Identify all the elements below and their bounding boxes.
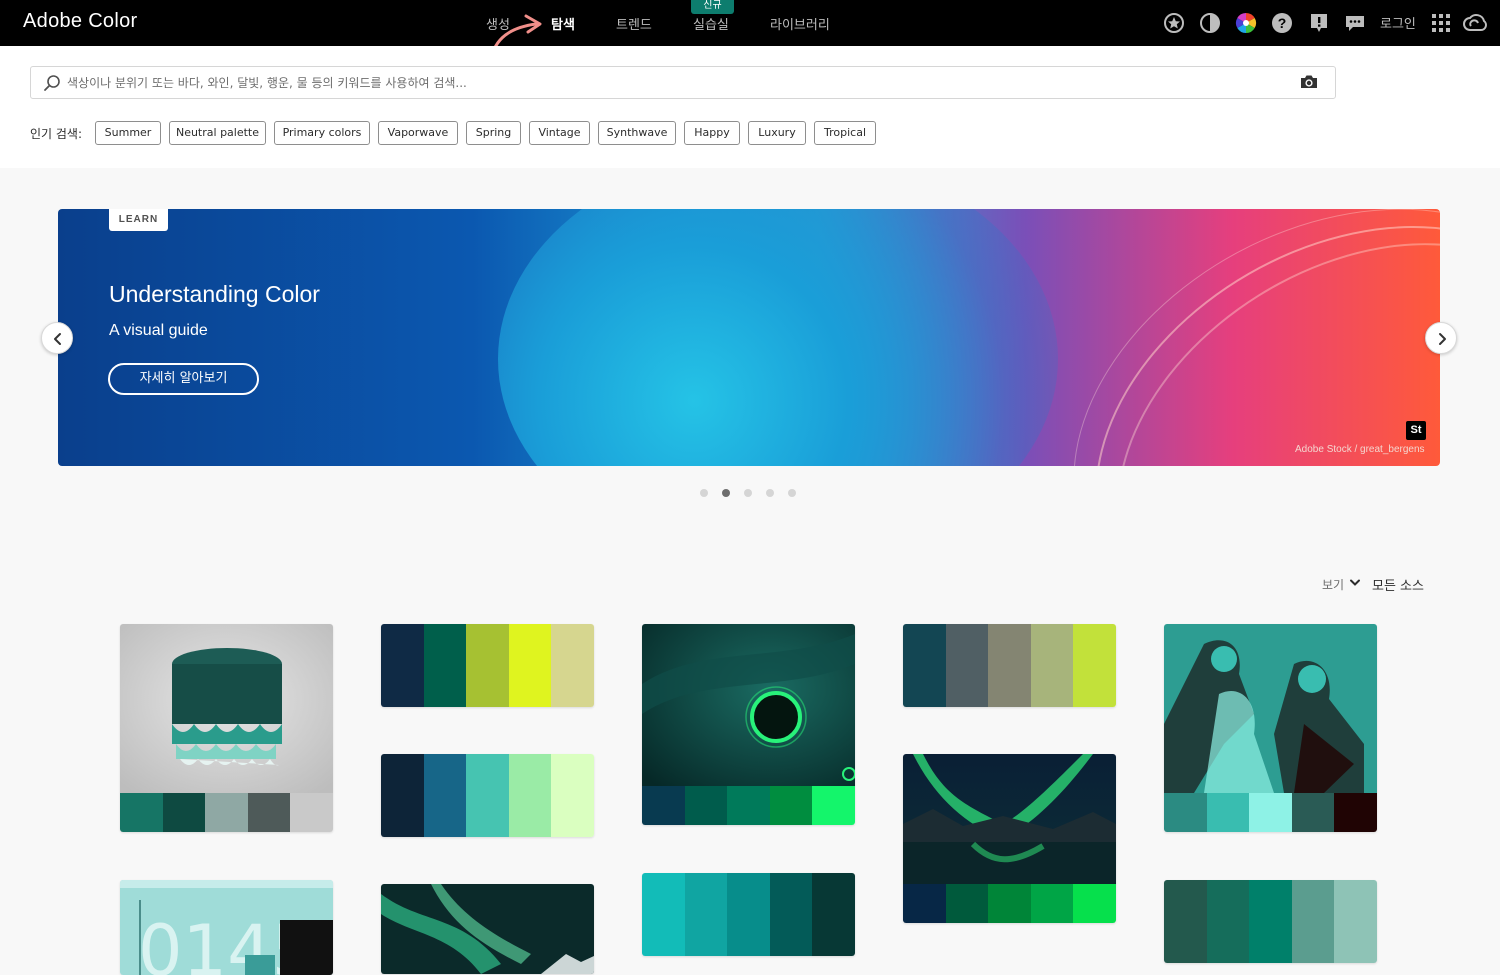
swatch-row xyxy=(642,786,855,825)
top-bar: Adobe Color 생성 탐색 트렌드 신규 실습실 라이브러리 ? 로그인 xyxy=(0,0,1500,68)
swatch-row xyxy=(381,754,594,837)
banner-title: Understanding Color xyxy=(109,281,320,307)
carousel-dot[interactable] xyxy=(700,489,708,497)
banner-subtitle: A visual guide xyxy=(109,322,208,339)
tag-happy[interactable]: Happy xyxy=(684,121,740,145)
chevron-left-icon xyxy=(54,333,61,345)
theme-card[interactable] xyxy=(1164,624,1377,832)
carousel-dot[interactable] xyxy=(766,489,774,497)
tag-spring[interactable]: Spring xyxy=(466,121,521,145)
login-link[interactable]: 로그인 xyxy=(1380,13,1416,32)
swatch-row xyxy=(903,884,1116,923)
light-teal-building-image: 0145 xyxy=(120,880,333,975)
chevron-down-icon[interactable] xyxy=(1349,578,1361,588)
nav-libraries[interactable]: 라이브러리 xyxy=(770,14,830,33)
apps-grid-icon[interactable] xyxy=(1430,12,1452,34)
theme-card[interactable] xyxy=(120,624,333,832)
palette-card[interactable] xyxy=(642,873,855,956)
nav-trends[interactable]: 트렌드 xyxy=(616,14,652,33)
nav-explore[interactable]: 탐색 xyxy=(551,14,575,33)
source-filter[interactable]: 모든 소스 xyxy=(1372,575,1424,594)
teal-stool-image xyxy=(120,624,333,793)
swatch-row xyxy=(381,624,594,707)
view-label[interactable]: 보기 xyxy=(1322,576,1344,593)
palette-card[interactable] xyxy=(381,754,594,837)
svg-text:?: ? xyxy=(1278,15,1287,31)
chevron-right-icon xyxy=(1439,333,1446,345)
tag-neutral-palette[interactable]: Neutral palette xyxy=(169,121,266,145)
theme-card[interactable]: 0145 xyxy=(120,880,333,975)
contrast-icon[interactable] xyxy=(1199,12,1221,34)
hero-banner: LEARN Understanding Color A visual guide… xyxy=(58,209,1440,466)
green-planet-space-image xyxy=(642,624,855,786)
popular-search-label: 인기 검색: xyxy=(30,127,83,141)
star-badge-icon[interactable] xyxy=(1163,12,1185,34)
camera-icon[interactable] xyxy=(1299,73,1319,91)
palette-card[interactable] xyxy=(903,624,1116,707)
tag-vaporwave[interactable]: Vaporwave xyxy=(378,121,458,145)
swatch-row xyxy=(1164,793,1377,832)
learn-more-button[interactable]: 자세히 알아보기 xyxy=(108,363,259,395)
carousel-prev-button[interactable] xyxy=(41,322,73,354)
creative-cloud-icon[interactable] xyxy=(1462,12,1488,34)
theme-card[interactable] xyxy=(642,624,855,825)
tag-luxury[interactable]: Luxury xyxy=(748,121,806,145)
tag-synthwave[interactable]: Synthwave xyxy=(598,121,676,145)
carousel-dot-active[interactable] xyxy=(722,489,730,497)
aurora-lake-image xyxy=(903,754,1116,884)
adobe-stock-icon: St xyxy=(1406,421,1426,440)
tag-primary-colors[interactable]: Primary colors xyxy=(274,121,370,145)
carousel-dot[interactable] xyxy=(788,489,796,497)
carousel-dot[interactable] xyxy=(744,489,752,497)
swatch-row xyxy=(120,793,333,832)
swatch-row xyxy=(642,873,855,956)
swatch-row xyxy=(903,624,1116,707)
tag-summer[interactable]: Summer xyxy=(95,121,161,145)
tag-vintage[interactable]: Vintage xyxy=(529,121,590,145)
tag-tropical[interactable]: Tropical xyxy=(814,121,876,145)
palette-card[interactable] xyxy=(381,624,594,707)
teal-illustration-image xyxy=(1164,624,1377,793)
new-badge: 신규 xyxy=(691,0,734,14)
learn-tag: LEARN xyxy=(109,209,168,231)
aurora-mountains-image xyxy=(381,884,594,974)
chat-icon[interactable] xyxy=(1344,12,1366,34)
carousel-next-button[interactable] xyxy=(1425,322,1457,354)
color-wheel-icon[interactable] xyxy=(1235,12,1257,34)
image-credit[interactable]: Adobe Stock / great_bergens xyxy=(1295,444,1425,455)
theme-card[interactable] xyxy=(903,754,1116,923)
banner-blob-decoration xyxy=(498,209,1058,466)
banner-sweep-decoration xyxy=(1000,209,1440,466)
alert-icon[interactable] xyxy=(1308,12,1330,34)
help-icon[interactable]: ? xyxy=(1271,12,1293,34)
nav-lab[interactable]: 실습실 xyxy=(693,14,729,33)
search-area: 인기 검색: Summer Neutral palette Primary co… xyxy=(0,46,1500,168)
search-input[interactable] xyxy=(67,67,1287,98)
app-title[interactable]: Adobe Color xyxy=(23,10,137,33)
search-icon xyxy=(44,75,60,91)
theme-card[interactable] xyxy=(381,884,594,974)
swatch-row xyxy=(1164,880,1377,963)
search-box[interactable] xyxy=(30,66,1336,99)
palette-card[interactable] xyxy=(1164,880,1377,963)
